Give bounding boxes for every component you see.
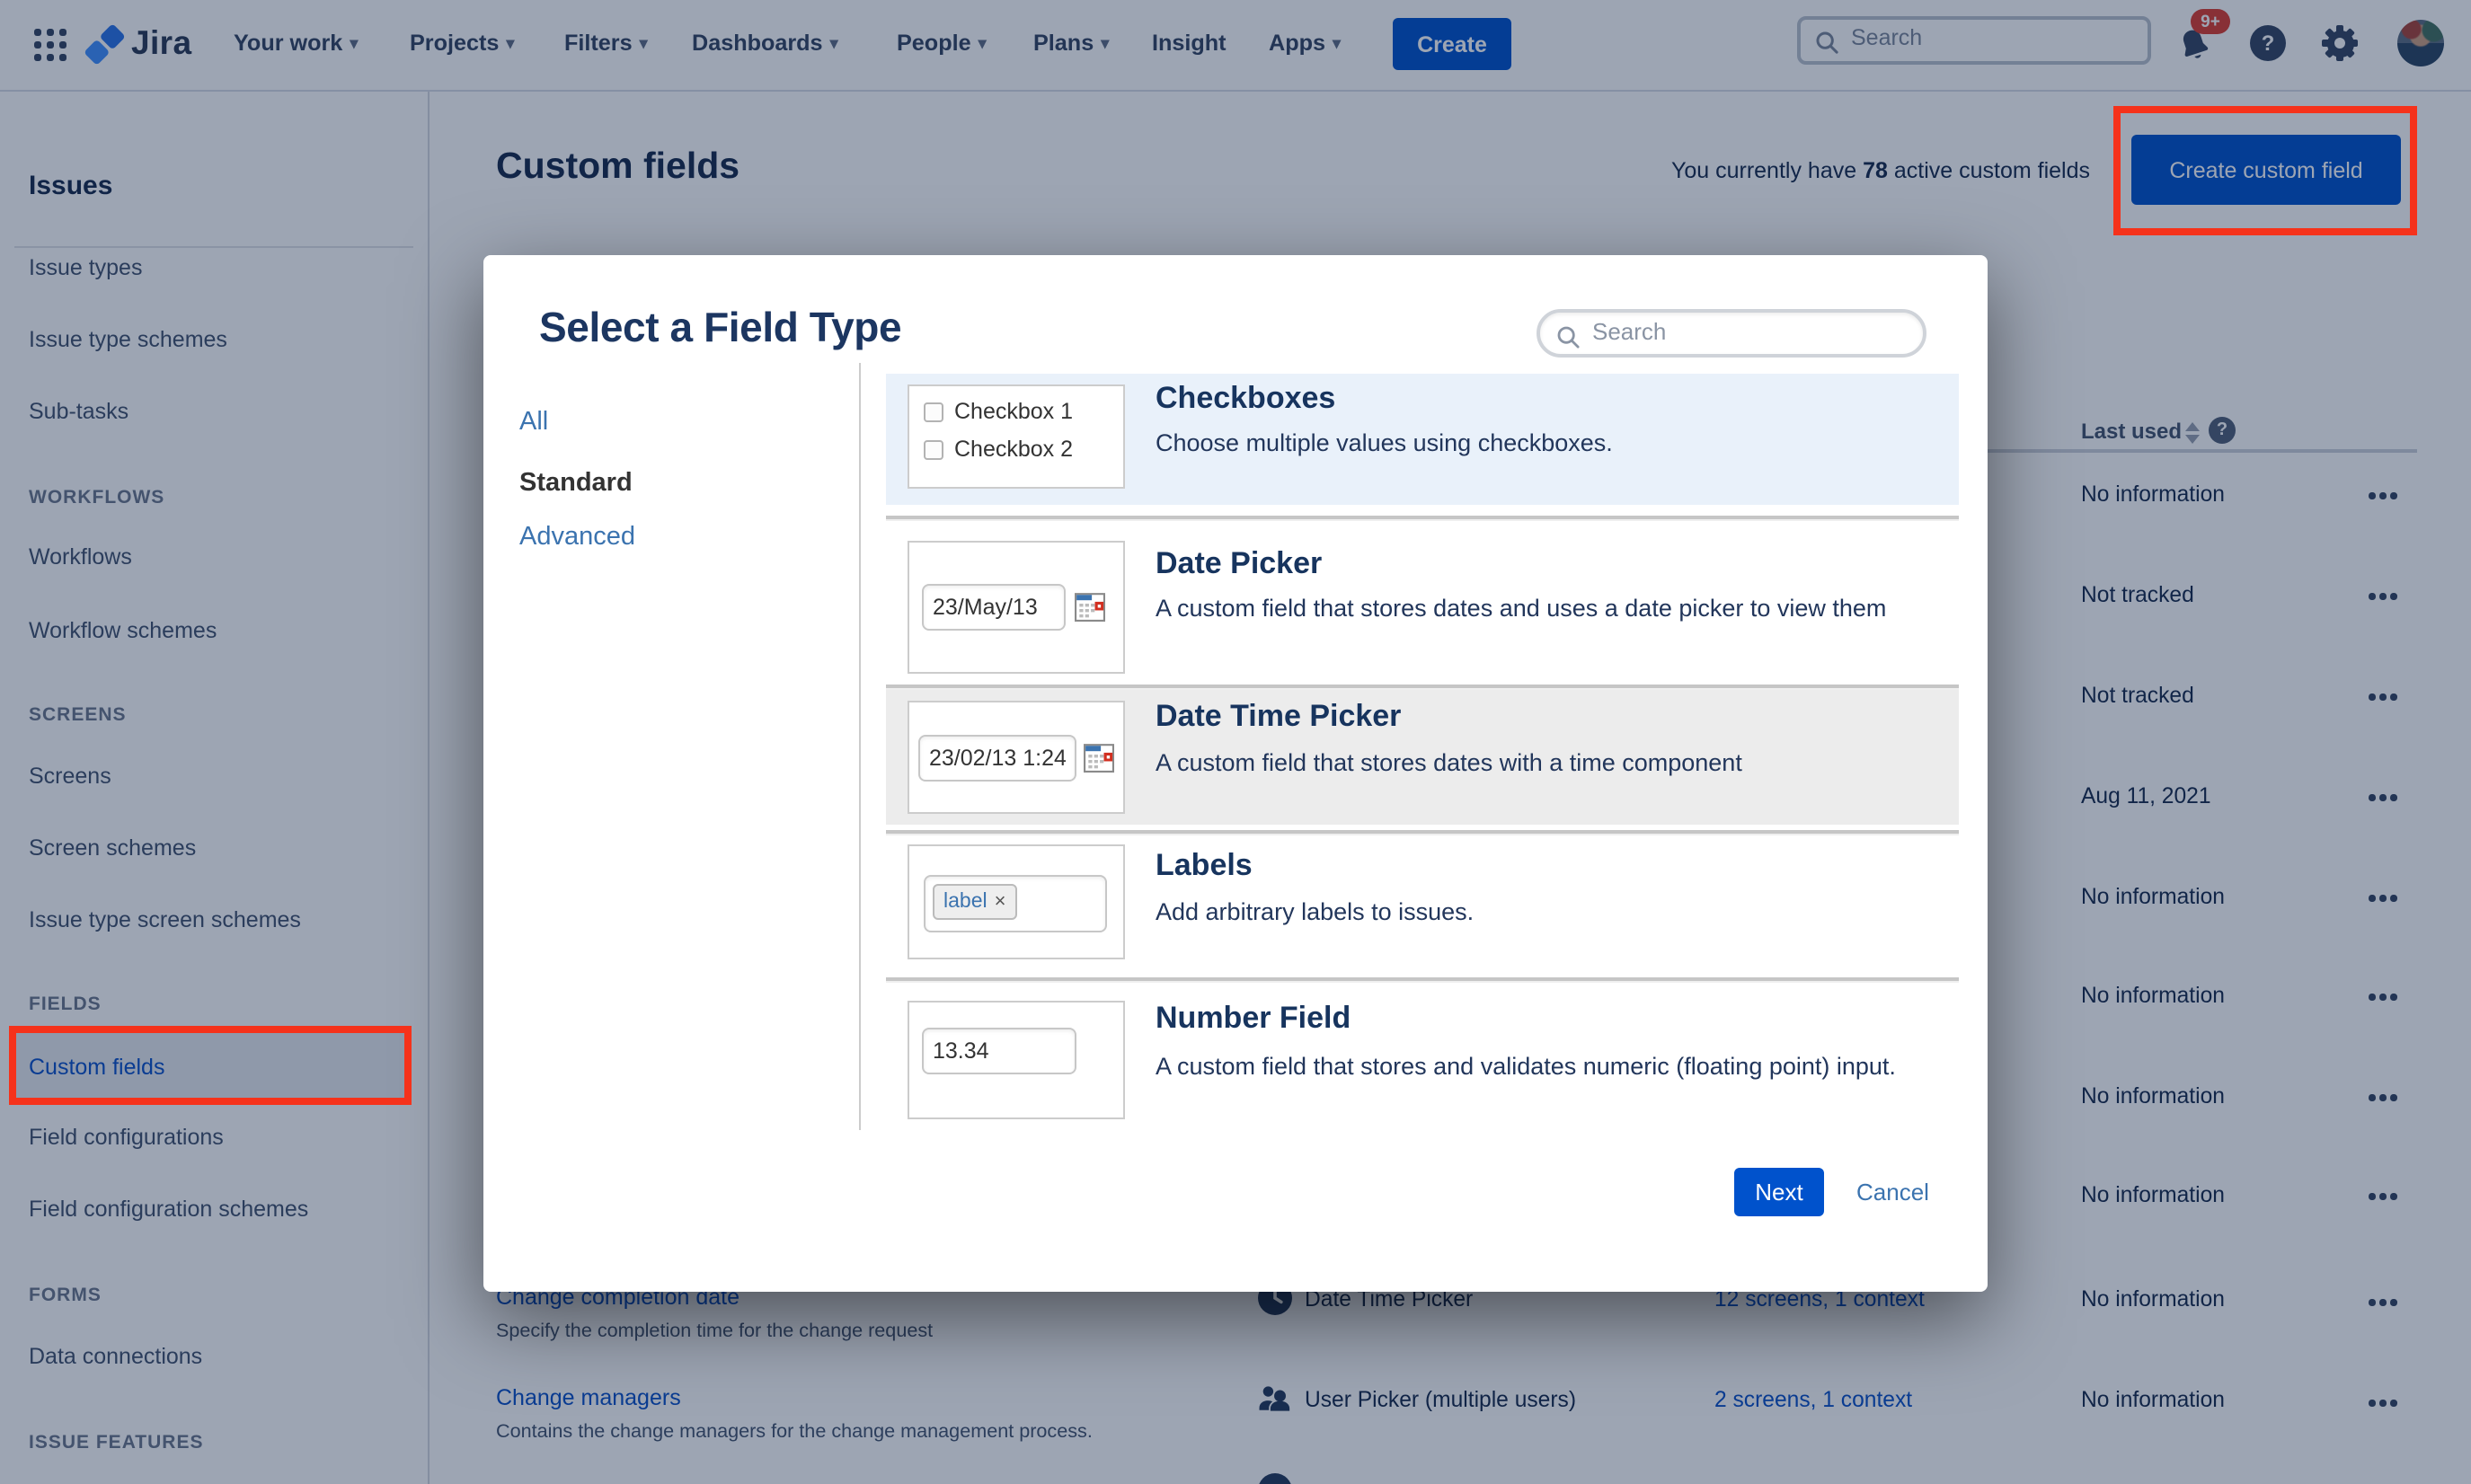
field-type-description: A custom field that stores and validates…: [1156, 1053, 1896, 1080]
field-type-option-date-picker[interactable]: Date Picker A custom field that stores d…: [886, 532, 1959, 683]
dialog-divider: [859, 363, 861, 1130]
label-chip: label ×: [933, 884, 1017, 920]
select-field-type-dialog: Select a Field Type All Standard Advance…: [483, 255, 1988, 1292]
field-type-title: Date Picker: [1156, 546, 1323, 580]
cancel-button[interactable]: Cancel: [1856, 1179, 1929, 1206]
date-time-picker-preview: [908, 701, 1125, 814]
annotation-box-custom-fields: [9, 1026, 412, 1105]
labels-preview: label ×: [908, 844, 1125, 959]
field-type-title: Checkboxes: [1156, 381, 1336, 415]
dialog-search-input[interactable]: [1589, 316, 1910, 347]
filter-tab-standard[interactable]: Standard: [519, 469, 633, 498]
annotation-box-create-custom-field: [2113, 106, 2417, 235]
field-type-description: Choose multiple values using checkboxes.: [1156, 429, 1613, 456]
next-button[interactable]: Next: [1734, 1168, 1824, 1216]
field-type-option-number-field[interactable]: Number Field A custom field that stores …: [886, 990, 1959, 1130]
date-preview-input: [922, 584, 1066, 631]
field-type-title: Labels: [1156, 848, 1253, 882]
calendar-icon: [1084, 744, 1114, 773]
date-picker-preview: [908, 541, 1125, 674]
row-separator: [886, 830, 1959, 835]
checkbox-icon: [924, 439, 943, 459]
dialog-title: Select a Field Type: [539, 304, 902, 350]
checkbox-icon: [924, 402, 943, 421]
search-icon: [1557, 326, 1580, 349]
field-type-description: A custom field that stores dates and use…: [1156, 595, 1887, 622]
row-separator: [886, 977, 1959, 983]
field-type-description: Add arbitrary labels to issues.: [1156, 898, 1475, 925]
datetime-preview-input: [918, 735, 1076, 782]
field-type-option-date-time-picker[interactable]: Date Time Picker A custom field that sto…: [886, 690, 1959, 825]
number-field-preview: [908, 1001, 1125, 1119]
filter-tab-all[interactable]: All: [519, 408, 548, 437]
number-preview-input: [922, 1028, 1076, 1074]
filter-tab-advanced[interactable]: Advanced: [519, 523, 635, 552]
calendar-icon: [1075, 593, 1105, 622]
field-type-description: A custom field that stores dates with a …: [1156, 749, 1742, 776]
field-type-option-labels[interactable]: label × Labels Add arbitrary labels to is…: [886, 837, 1959, 967]
jira-admin-page: Jira Your work Projects Filters Dashboar…: [0, 0, 2471, 1484]
field-type-option-checkboxes[interactable]: Checkbox 1 Checkbox 2 Checkboxes Choose …: [886, 374, 1959, 505]
row-separator: [886, 516, 1959, 521]
field-type-title: Number Field: [1156, 1001, 1351, 1035]
remove-icon: ×: [994, 891, 1006, 913]
field-type-title: Date Time Picker: [1156, 699, 1402, 733]
checkboxes-preview: Checkbox 1 Checkbox 2: [908, 384, 1125, 489]
dialog-search: [1537, 309, 1926, 358]
